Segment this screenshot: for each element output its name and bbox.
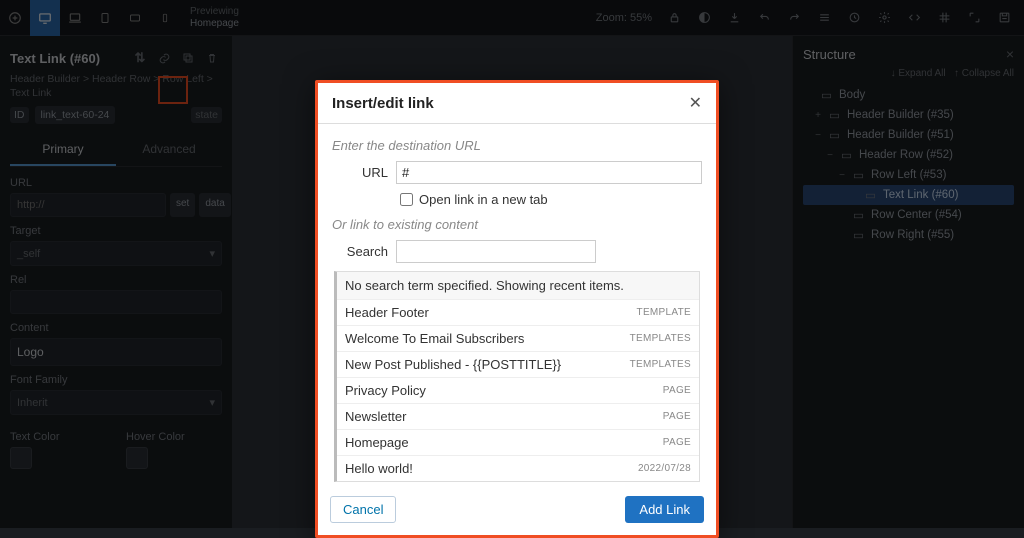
result-tag: PAGE	[663, 437, 691, 448]
result-item[interactable]: Homepage PAGE	[337, 429, 699, 455]
result-item[interactable]: Hello world! 2022/07/28	[337, 455, 699, 481]
result-item[interactable]: Welcome To Email Subscribers TEMPLATES	[337, 325, 699, 351]
modal-title: Insert/edit link	[332, 95, 434, 112]
result-title: Homepage	[345, 435, 409, 450]
result-item[interactable]: Header Footer TEMPLATE	[337, 299, 699, 325]
modal-close-icon[interactable]: ✕	[689, 93, 702, 113]
or-label: Or link to existing content	[332, 217, 702, 232]
dest-label: Enter the destination URL	[332, 138, 702, 153]
results-list: No search term specified. Showing recent…	[334, 271, 700, 482]
result-tag: PAGE	[663, 385, 691, 396]
result-item[interactable]: Newsletter PAGE	[337, 403, 699, 429]
cancel-button[interactable]: Cancel	[330, 496, 396, 523]
result-title: Newsletter	[345, 409, 406, 424]
results-note: No search term specified. Showing recent…	[337, 272, 699, 299]
result-title: New Post Published - {{POSTTITLE}}	[345, 357, 561, 372]
result-tag: TEMPLATES	[630, 333, 691, 344]
modal-search-input[interactable]	[396, 240, 596, 263]
modal-url-input[interactable]	[396, 161, 702, 184]
result-tag: TEMPLATE	[637, 307, 691, 318]
result-item[interactable]: New Post Published - {{POSTTITLE}} TEMPLA…	[337, 351, 699, 377]
result-tag: TEMPLATES	[630, 359, 691, 370]
result-title: Header Footer	[345, 305, 429, 320]
newtab-checkbox[interactable]	[400, 193, 413, 206]
newtab-label: Open link in a new tab	[419, 192, 548, 207]
result-tag: PAGE	[663, 411, 691, 422]
url-field-label: URL	[332, 165, 388, 180]
search-field-label: Search	[332, 244, 388, 259]
result-item[interactable]: Privacy Policy PAGE	[337, 377, 699, 403]
add-link-button[interactable]: Add Link	[625, 496, 704, 523]
insert-link-modal: Insert/edit link ✕ Enter the destination…	[315, 80, 719, 538]
result-title: Privacy Policy	[345, 383, 426, 398]
result-tag: 2022/07/28	[638, 463, 691, 474]
result-title: Welcome To Email Subscribers	[345, 331, 524, 346]
result-title: Hello world!	[345, 461, 413, 476]
